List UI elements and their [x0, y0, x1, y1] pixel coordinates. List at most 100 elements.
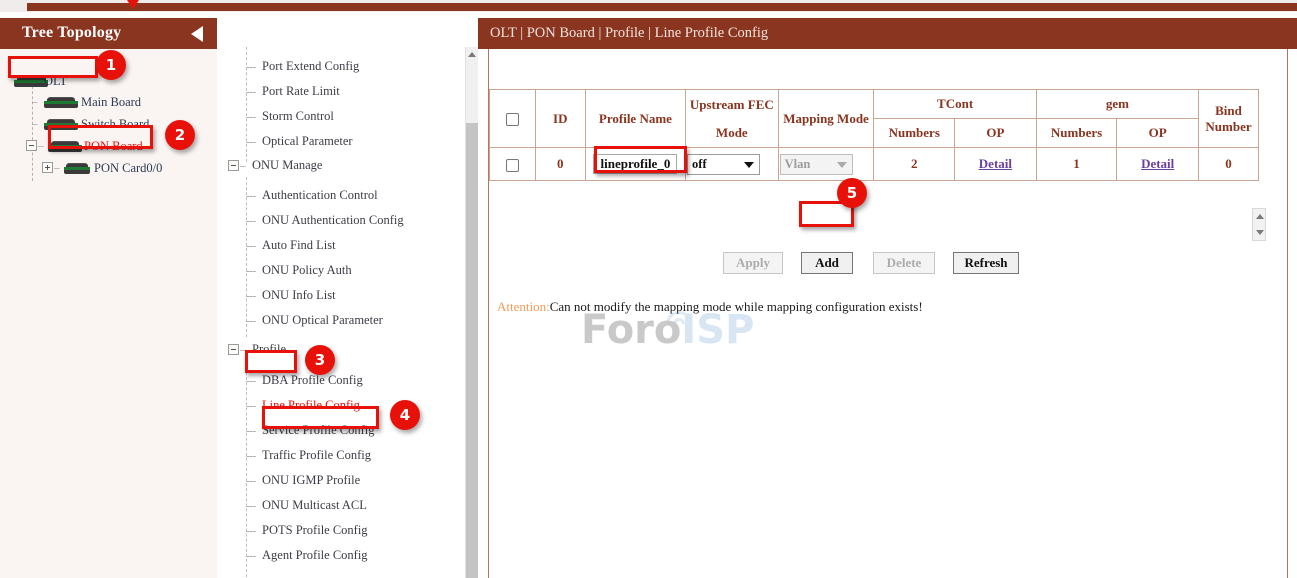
attention-message: Attention:Can not modify the mapping mod…: [497, 299, 923, 315]
menu-item-pots-profile-config[interactable]: POTS Profile Config: [262, 523, 368, 538]
upstream-fec-line1: Upstream FEC: [687, 97, 777, 113]
tree-node-main-board[interactable]: – Main Board: [32, 94, 232, 112]
refresh-button[interactable]: Refresh: [953, 252, 1019, 274]
cell-profile-name: [585, 148, 685, 181]
menu-leaf-dash-icon: ---: [246, 190, 256, 202]
cell-gem-numbers: 1: [1036, 148, 1117, 181]
gem-detail-link[interactable]: Detail: [1141, 156, 1174, 171]
table-row: 0 off Vlan: [490, 148, 1259, 181]
table-header-row-1: ID Profile Name Upstream FEC Mode Mappin…: [490, 90, 1259, 119]
menu-item-agent-profile-config[interactable]: Agent Profile Config: [262, 548, 368, 563]
navigation-menu-panel: --- Port Extend Config --- Port Rate Lim…: [218, 18, 478, 578]
tree-node-label: Switch Board: [81, 117, 149, 132]
menu-item-authentication-control[interactable]: Authentication Control: [262, 188, 378, 203]
tree-node-pon-card[interactable]: – PON Card0/0: [42, 160, 242, 178]
column-header-id: ID: [535, 90, 585, 148]
menu-leaf-dash-icon: ---: [246, 240, 256, 252]
chevron-down-icon: [837, 162, 847, 168]
column-header-gem-op: OP: [1117, 119, 1199, 148]
select-all-header: [490, 90, 536, 148]
select-all-checkbox[interactable]: [506, 113, 519, 126]
table-rows-scrollbar[interactable]: [1252, 208, 1266, 241]
column-header-mapping-mode: Mapping Mode: [778, 90, 874, 148]
menu-leaf-dash-icon: ---: [246, 86, 256, 98]
menu-branch-dash-icon: –: [240, 344, 246, 356]
tree-node-pon-board[interactable]: – PON Board: [26, 138, 226, 156]
menu-item-onu-igmp-profile[interactable]: ONU IGMP Profile: [262, 473, 360, 488]
menu-item-profile[interactable]: Profile: [252, 342, 286, 357]
top-strip: [0, 0, 1297, 12]
scroll-up-arrow-icon[interactable]: [467, 49, 478, 60]
menu-expander-minus-icon[interactable]: [228, 344, 239, 355]
tree-branch-dash-icon: –: [32, 96, 38, 108]
menu-item-onu-manage[interactable]: ONU Manage: [252, 158, 322, 173]
mapping-mode-value: Vlan: [785, 157, 811, 172]
group-header-gem: gem: [1036, 90, 1198, 119]
device-card-icon: [64, 163, 90, 176]
upstream-fec-line2: Mode: [687, 125, 777, 141]
menu-branch-dash-icon: –: [240, 160, 246, 172]
tree-topology-title: Tree Topology: [22, 24, 121, 42]
top-pointer-arrow-icon: [127, 0, 139, 9]
menu-item-storm-control[interactable]: Storm Control: [262, 109, 334, 124]
menu-item-line-profile-config[interactable]: Line Profile Config: [262, 398, 360, 413]
action-button-row: Apply Add Delete Refresh: [489, 252, 1259, 278]
menu-leaf-dash-icon: ---: [246, 265, 256, 277]
menu-leaf-dash-icon: ---: [246, 450, 256, 462]
menu-leaf-dash-icon: ---: [246, 215, 256, 227]
profile-name-input[interactable]: [593, 154, 677, 174]
menu-item-onu-authentication-config[interactable]: ONU Authentication Config: [262, 213, 404, 228]
cell-bind-number: 0: [1199, 148, 1259, 181]
tree-topology-panel: Tree Topology OLT – Main Board: [0, 18, 217, 578]
content-panel: OLT | PON Board | Profile | Line Profile…: [478, 18, 1297, 578]
menu-connector-line: [246, 362, 247, 577]
delete-button[interactable]: Delete: [873, 252, 935, 274]
menu-leaf-dash-icon: ---: [246, 315, 256, 327]
column-header-gem-numbers: Numbers: [1036, 119, 1117, 148]
menu-leaf-dash-icon: ---: [246, 525, 256, 537]
menu-expander-minus-icon[interactable]: [228, 160, 239, 171]
upstream-fec-mode-select[interactable]: off: [687, 154, 760, 175]
tree-node-switch-board[interactable]: – Switch Board: [32, 116, 232, 134]
menu-item-onu-info-list[interactable]: ONU Info List: [262, 288, 336, 303]
menu-leaf-dash-icon: ---: [246, 400, 256, 412]
attention-keyword: Attention:: [497, 299, 550, 314]
menu-item-dba-profile-config[interactable]: DBA Profile Config: [262, 373, 363, 388]
tree-branch-dash-icon: –: [54, 162, 60, 174]
menu-leaf-dash-icon: ---: [246, 136, 256, 148]
tree-node-label: PON Card0/0: [94, 161, 162, 176]
step-badge-4: 4: [390, 400, 420, 430]
menu-leaf-dash-icon: ---: [246, 500, 256, 512]
cell-tcont-op: Detail: [955, 148, 1037, 181]
add-button[interactable]: Add: [801, 252, 853, 274]
menu-item-onu-policy-auth[interactable]: ONU Policy Auth: [262, 263, 352, 278]
tcont-detail-link[interactable]: Detail: [979, 156, 1012, 171]
tree-branch-dash-icon: –: [38, 140, 44, 152]
app-root: Tree Topology OLT – Main Board: [0, 0, 1297, 578]
tree-expander-minus-icon[interactable]: [26, 140, 37, 151]
row-checkbox[interactable]: [506, 159, 519, 172]
column-header-tcont-numbers: Numbers: [874, 119, 955, 148]
tree-node-label: OLT: [44, 74, 67, 89]
caret-left-icon[interactable]: [191, 26, 203, 42]
tree-expander-plus-icon[interactable]: [42, 162, 53, 173]
menu-item-optical-parameter[interactable]: Optical Parameter: [262, 134, 353, 149]
device-board-icon: [44, 119, 78, 132]
cell-gem-op: Detail: [1117, 148, 1199, 181]
menu-item-onu-optical-parameter[interactable]: ONU Optical Parameter: [262, 313, 383, 328]
column-header-tcont-op: OP: [955, 119, 1037, 148]
menu-item-service-profile-config[interactable]: Service Profile Config: [262, 423, 374, 438]
device-board-icon: [48, 141, 82, 154]
cell-id: 0: [535, 148, 585, 181]
menu-item-traffic-profile-config[interactable]: Traffic Profile Config: [262, 448, 371, 463]
bind-number-line1: Bind: [1200, 103, 1257, 119]
apply-button[interactable]: Apply: [723, 252, 783, 274]
menu-item-port-extend-config[interactable]: Port Extend Config: [262, 59, 359, 74]
menu-item-port-rate-limit[interactable]: Port Rate Limit: [262, 84, 340, 99]
navigation-menu-scrollbar[interactable]: [465, 47, 478, 578]
menu-item-auto-find-list[interactable]: Auto Find List: [262, 238, 336, 253]
menu-item-onu-multicast-acl[interactable]: ONU Multicast ACL: [262, 498, 367, 513]
group-header-tcont: TCont: [874, 90, 1036, 119]
cell-mapping-mode: Vlan: [778, 148, 874, 181]
line-profile-table: ID Profile Name Upstream FEC Mode Mappin…: [489, 89, 1259, 181]
